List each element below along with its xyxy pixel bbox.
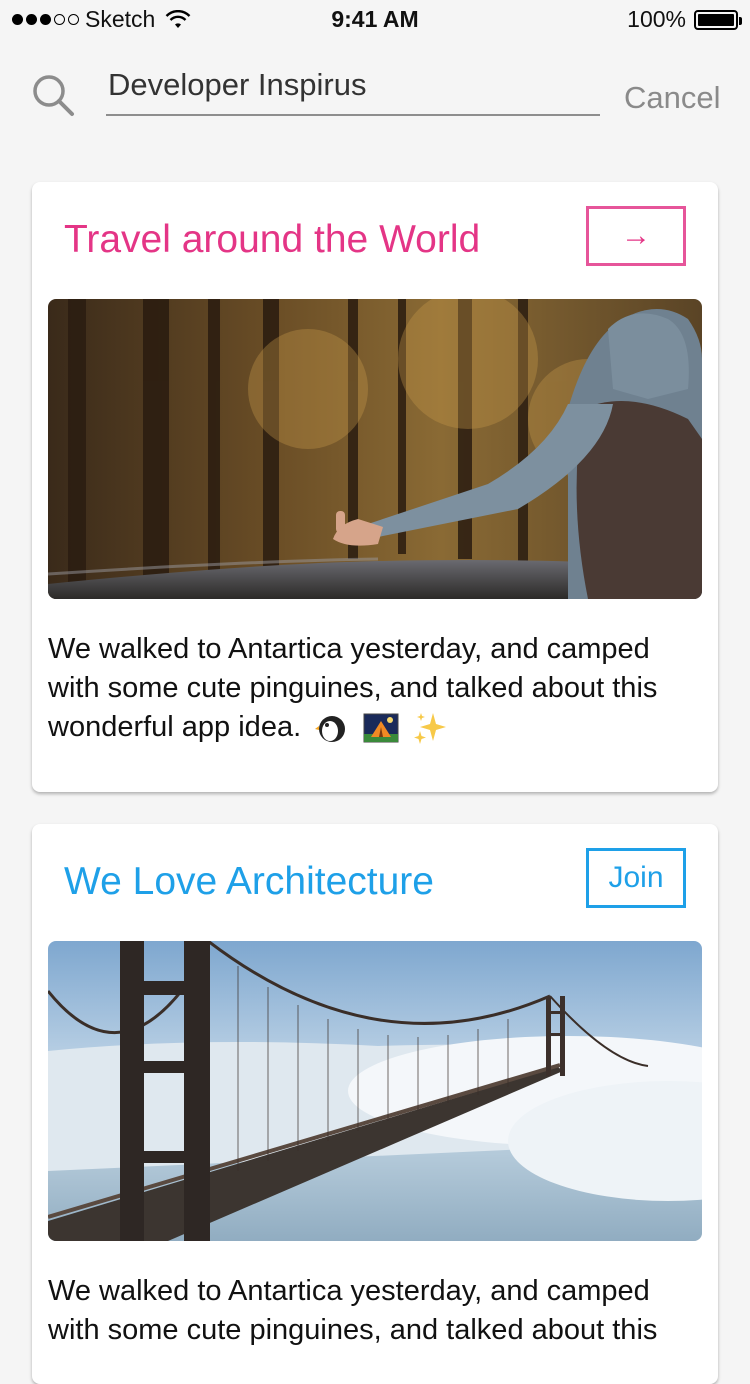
search-input[interactable] <box>106 62 600 116</box>
cancel-button[interactable]: Cancel <box>624 80 721 116</box>
card-description: We walked to Antartica yesterday, and ca… <box>48 1275 658 1346</box>
card-description: We walked to Antartica yesterday, and ca… <box>48 630 708 747</box>
card-travel[interactable]: Travel around the World → We walked to A… <box>32 182 718 792</box>
card-title: We Love Architecture <box>64 860 434 903</box>
camping-icon <box>363 713 399 743</box>
sparkles-icon <box>414 713 447 745</box>
search-icon[interactable] <box>30 72 76 118</box>
card-title: Travel around the World <box>64 218 481 261</box>
battery-icon <box>694 9 742 30</box>
status-right: 100% <box>627 6 742 33</box>
card-description-text: We walked to Antartica yesterday, and ca… <box>48 633 658 743</box>
penguin-icon <box>315 716 346 743</box>
join-button[interactable]: Join <box>586 848 686 908</box>
card-architecture[interactable]: We Love Architecture Join We walked to A… <box>32 824 718 1384</box>
status-bar: Sketch 9:41 AM 100% <box>0 0 750 40</box>
battery-percent: 100% <box>627 6 686 32</box>
arrow-button[interactable]: → <box>586 206 686 266</box>
bridge-image <box>48 941 702 1241</box>
hitchhiker-image <box>48 299 702 599</box>
